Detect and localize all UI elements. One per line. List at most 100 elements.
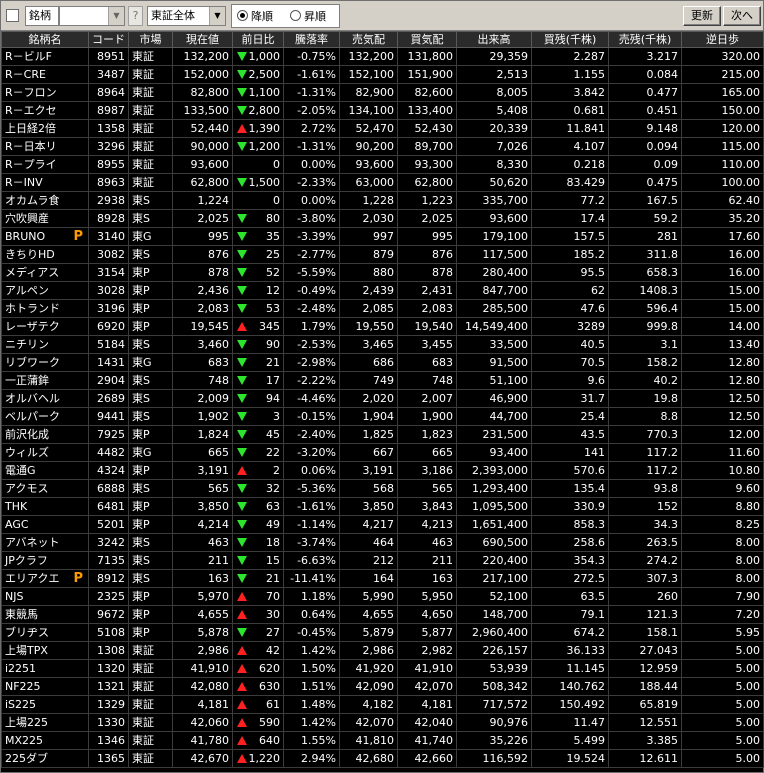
column-header-volume-col[interactable]: 出来高 — [456, 31, 532, 48]
chevron-down-icon[interactable]: ▼ — [108, 7, 124, 25]
stock-name-cell[interactable]: R－CRE — [1, 65, 89, 84]
column-header-name-col[interactable]: 銘柄名 — [1, 31, 89, 48]
column-header-pct-col[interactable]: 騰落率 — [283, 31, 340, 48]
stock-name-cell[interactable]: MX225 — [1, 731, 89, 750]
table-row[interactable]: 東競馬 9672 東P 4,655 30 0.64% 4,655 4,650 148,700 79… — [1, 605, 764, 624]
table-row[interactable]: R－CRE 3487 東証 152,000 2,500 -1.61% 152,100 151,… — [1, 65, 764, 84]
table-row[interactable]: R－INV 8963 東証 62,800 1,500 -2.33% 63,000 62,800… — [1, 173, 764, 192]
stock-name-cell[interactable]: アクモス — [1, 479, 89, 498]
table-row[interactable]: エリアクエ P 8912 東S 163 21 -11.41% 164 163 217,100 272… — [1, 569, 764, 588]
stock-name-cell[interactable]: 225ダブ — [1, 749, 89, 768]
stock-name-cell[interactable]: R－日本リ — [1, 137, 89, 156]
stock-name-cell[interactable]: R－フロン — [1, 83, 89, 102]
table-row[interactable]: ニチリン 5184 東S 3,460 90 -2.53% 3,465 3,455 33,500 4… — [1, 335, 764, 354]
table-row[interactable]: レーザテク 6920 東P 19,545 345 1.79% 19,550 19,540 14,… — [1, 317, 764, 336]
market-select[interactable]: 東証全体 ▼ — [147, 6, 226, 26]
table-row[interactable]: AGC 5201 東P 4,214 49 -1.14% 4,217 4,213 1,651,40… — [1, 515, 764, 534]
sort-desc-radio[interactable]: 降順 — [237, 10, 273, 23]
table-row[interactable]: 上日経2倍 1358 東証 52,440 1,390 2.72% 52,470 52,430 2… — [1, 119, 764, 138]
table-row[interactable]: メディアス 3154 東P 878 52 -5.59% 880 878 280,400 95.5 6… — [1, 263, 764, 282]
table-row[interactable]: JPクラフ 7135 東S 211 15 -6.63% 212 211 220,400 354.3… — [1, 551, 764, 570]
stock-name-cell[interactable]: ニチリン — [1, 335, 89, 354]
column-header-bid-col[interactable]: 買気配 — [397, 31, 457, 48]
stock-name-cell[interactable]: 前沢化成 — [1, 425, 89, 444]
stock-name-cell[interactable]: アルペン — [1, 281, 89, 300]
stock-name-cell[interactable]: 電通G — [1, 461, 89, 480]
table-row[interactable]: 穴吹興産 8928 東S 2,025 80 -3.80% 2,030 2,025 93,600 1… — [1, 209, 764, 228]
stock-name-cell[interactable]: ウィルズ — [1, 443, 89, 462]
stock-name-cell[interactable]: きちりHD — [1, 245, 89, 264]
column-header-sell-balance-col[interactable]: 売残(千株) — [608, 31, 682, 48]
stock-name-cell[interactable]: 東競馬 — [1, 605, 89, 624]
stock-name-cell[interactable]: R－エクセ — [1, 101, 89, 120]
stock-name-cell[interactable]: R－プライ — [1, 155, 89, 174]
table-row[interactable]: きちりHD 3082 東S 876 25 -2.77% 879 876 117,500 185.2… — [1, 245, 764, 264]
stock-name-cell[interactable]: JPクラフ — [1, 551, 89, 570]
stock-name-cell[interactable]: レーザテク — [1, 317, 89, 336]
column-header-market-col[interactable]: 市場 — [128, 31, 173, 48]
table-row[interactable]: R－フロン 8964 東証 82,800 1,100 -1.31% 82,900 82,600… — [1, 83, 764, 102]
stock-name-cell[interactable]: ホトランド — [1, 299, 89, 318]
table-row[interactable]: アバネット 3242 東S 463 18 -3.74% 464 463 690,500 258.6… — [1, 533, 764, 552]
table-row[interactable]: アクモス 6888 東S 565 32 -5.36% 568 565 1,293,400 135.… — [1, 479, 764, 498]
stock-name-cell[interactable]: オカムラ食 — [1, 191, 89, 210]
stock-name-cell[interactable]: iS225 — [1, 695, 89, 714]
table-row[interactable]: R－エクセ 8987 東証 133,500 2,800 -2.05% 134,100 133,… — [1, 101, 764, 120]
table-row[interactable]: i2251 1320 東証 41,910 620 1.50% 41,920 41,910 53,… — [1, 659, 764, 678]
table-row[interactable]: ウィルズ 4482 東G 665 22 -3.20% 667 665 93,400 141 117.… — [1, 443, 764, 462]
table-row[interactable]: ホトランド 3196 東P 2,083 53 -2.48% 2,085 2,083 285,50… — [1, 299, 764, 318]
table-row[interactable]: オカムラ食 2938 東S 1,224 0 0.00% 1,228 1,223 335,700 7… — [1, 191, 764, 210]
table-row[interactable]: 225ダブ 1365 東証 42,670 1,220 2.94% 42,680 42,660 1… — [1, 749, 764, 768]
stock-name-cell[interactable]: ブリヂス — [1, 623, 89, 642]
select-all-checkbox[interactable] — [6, 9, 19, 22]
table-row[interactable]: リブワーク 1431 東G 683 21 -2.98% 686 683 91,500 70.5 15… — [1, 353, 764, 372]
stock-name-cell[interactable]: 上場TPX — [1, 641, 89, 660]
table-row[interactable]: R－日本リ 3296 東証 90,000 1,200 -1.31% 90,200 89,700… — [1, 137, 764, 156]
stock-name-cell[interactable]: 上日経2倍 — [1, 119, 89, 138]
table-row[interactable]: 一正蒲鉾 2904 東S 748 17 -2.22% 749 748 51,100 9.6 40.2… — [1, 371, 764, 390]
stock-name-cell[interactable]: 穴吹興産 — [1, 209, 89, 228]
stock-name-cell[interactable]: メディアス — [1, 263, 89, 282]
column-header-ask-col[interactable]: 売気配 — [339, 31, 398, 48]
sort-asc-radio[interactable]: 昇順 — [290, 10, 326, 23]
table-row[interactable]: オルバヘル 2689 東S 2,009 94 -4.46% 2,020 2,007 46,900… — [1, 389, 764, 408]
chevron-down-icon[interactable]: ▼ — [209, 7, 225, 25]
stock-name-cell[interactable]: エリアクエ P — [1, 569, 89, 588]
stock-name-cell[interactable]: NJS — [1, 587, 89, 606]
stock-name-cell[interactable]: ベルパーク — [1, 407, 89, 426]
refresh-button[interactable]: 更新 — [683, 6, 721, 26]
stock-name-cell[interactable]: オルバヘル — [1, 389, 89, 408]
column-header-code-col[interactable]: コード — [88, 31, 129, 48]
table-row[interactable]: NF225 1321 東証 42,080 630 1.51% 42,090 42,070 508… — [1, 677, 764, 696]
stock-name-cell[interactable]: アバネット — [1, 533, 89, 552]
table-row[interactable]: 上場TPX 1308 東証 2,986 42 1.42% 2,986 2,982 226,157… — [1, 641, 764, 660]
table-row[interactable]: MX225 1346 東証 41,780 640 1.55% 41,810 41,740 35,… — [1, 731, 764, 750]
stock-name-cell[interactable]: AGC — [1, 515, 89, 534]
table-row[interactable]: 電通G 4324 東P 3,191 2 0.06% 3,191 3,186 2,393,000 5… — [1, 461, 764, 480]
table-row[interactable]: BRUNO P 3140 東G 995 35 -3.39% 997 995 179,100 157.… — [1, 227, 764, 246]
stock-name-cell[interactable]: 一正蒲鉾 — [1, 371, 89, 390]
table-row[interactable]: R－プライ 8955 東証 93,600 0 0.00% 93,600 93,300 8,330… — [1, 155, 764, 174]
table-row[interactable]: iS225 1329 東証 4,181 61 1.48% 4,182 4,181 717,572… — [1, 695, 764, 714]
stock-name-cell[interactable]: R－ビルF — [1, 47, 89, 66]
stock-name-cell[interactable]: NF225 — [1, 677, 89, 696]
column-header-reverse-fee-col[interactable]: 逆日歩 — [681, 31, 764, 48]
next-button[interactable]: 次へ — [723, 6, 761, 26]
column-header-buy-balance-col[interactable]: 買残(千株) — [531, 31, 609, 48]
column-header-change-col[interactable]: 前日比 — [232, 31, 284, 48]
table-row[interactable]: ベルパーク 9441 東S 1,902 3 -0.15% 1,904 1,900 44,700 2… — [1, 407, 764, 426]
table-row[interactable]: ブリヂス 5108 東P 5,878 27 -0.45% 5,879 5,877 2,960,4… — [1, 623, 764, 642]
help-button[interactable]: ? — [128, 6, 143, 26]
stock-name-cell[interactable]: BRUNO P — [1, 227, 89, 246]
stock-name-cell[interactable]: リブワーク — [1, 353, 89, 372]
stock-name-cell[interactable]: R－INV — [1, 173, 89, 192]
table-row[interactable]: 上場225 1330 東証 42,060 590 1.42% 42,070 42,040 90,… — [1, 713, 764, 732]
column-header-price-col[interactable]: 現在値 — [172, 31, 233, 48]
table-row[interactable]: R－ビルF 8951 東証 132,200 1,000 -0.75% 132,200 131,… — [1, 47, 764, 66]
stock-name-cell[interactable]: 上場225 — [1, 713, 89, 732]
table-row[interactable]: THK 6481 東P 3,850 63 -1.61% 3,850 3,843 1,095,50… — [1, 497, 764, 516]
stock-name-cell[interactable]: THK — [1, 497, 89, 516]
table-row[interactable]: 前沢化成 7925 東P 1,824 45 -2.40% 1,825 1,823 231,500… — [1, 425, 764, 444]
stock-name-cell[interactable]: i2251 — [1, 659, 89, 678]
code-input[interactable]: ▼ — [59, 6, 125, 26]
